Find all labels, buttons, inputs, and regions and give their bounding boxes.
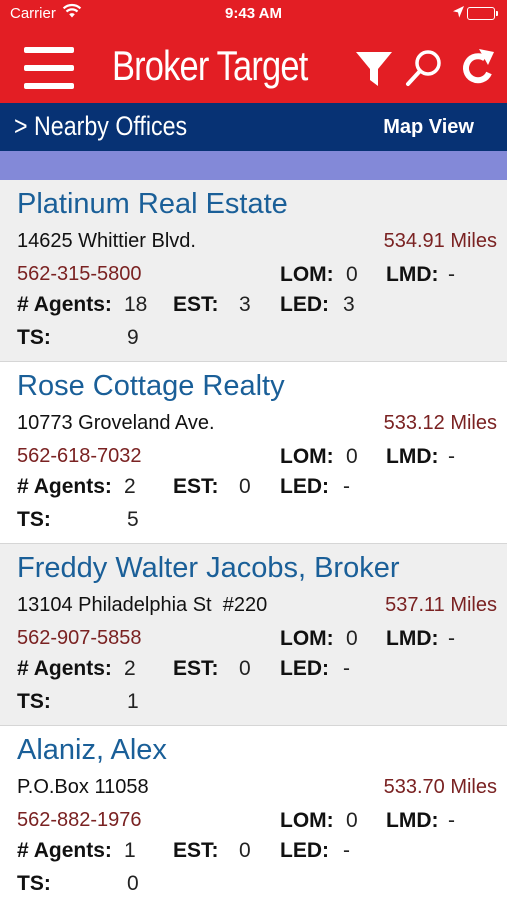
lmd-value: - [448, 263, 455, 286]
lom-value: 0 [346, 445, 358, 468]
agents-value: 2 [124, 657, 136, 680]
office-name: Alaniz, Alex [17, 734, 167, 766]
office-phone[interactable]: 562-882-1976 [17, 809, 142, 832]
office-phone[interactable]: 562-618-7032 [17, 445, 142, 468]
office-row[interactable]: Platinum Real Estate 14625 Whittier Blvd… [0, 180, 507, 362]
lom-label: LOM: [280, 809, 334, 832]
led-label: LED: [280, 293, 329, 316]
office-phone[interactable]: 562-907-5858 [17, 627, 142, 650]
ts-value: 0 [127, 872, 139, 895]
office-distance: 533.70 Miles [383, 776, 497, 798]
est-label: EST: [173, 475, 219, 498]
led-label: LED: [280, 475, 329, 498]
ts-label: TS: [17, 326, 51, 349]
hamburger-menu-icon[interactable] [24, 44, 74, 92]
est-label: EST: [173, 657, 219, 680]
battery-icon [467, 7, 498, 20]
filter-funnel-icon[interactable] [354, 48, 394, 88]
office-list: Platinum Real Estate 14625 Whittier Blvd… [0, 180, 507, 900]
agents-label: # Agents: [17, 839, 112, 862]
agents-label: # Agents: [17, 293, 112, 316]
lmd-label: LMD: [386, 263, 439, 286]
est-label: EST: [173, 839, 219, 862]
office-row[interactable]: Freddy Walter Jacobs, Broker 13104 Phila… [0, 544, 507, 726]
led-value: - [343, 657, 350, 680]
divider-strip [0, 151, 507, 180]
agents-value: 1 [124, 839, 136, 862]
refresh-icon[interactable] [458, 48, 498, 88]
office-address: P.O.Box 11058 [17, 776, 149, 798]
est-label: EST: [173, 293, 219, 316]
office-name: Platinum Real Estate [17, 188, 288, 220]
app-title: Broker Target [112, 42, 308, 89]
led-label: LED: [280, 839, 329, 862]
est-value: 3 [239, 293, 251, 316]
office-address: 14625 Whittier Blvd. [17, 230, 196, 252]
ts-value: 9 [127, 326, 139, 349]
nearby-offices-link[interactable]: > Nearby Offices [14, 111, 187, 142]
office-distance: 537.11 Miles [385, 594, 497, 616]
lom-label: LOM: [280, 263, 334, 286]
lom-value: 0 [346, 263, 358, 286]
office-row[interactable]: Alaniz, Alex P.O.Box 11058 533.70 Miles … [0, 726, 507, 900]
est-value: 0 [239, 657, 251, 680]
lmd-value: - [448, 627, 455, 650]
status-bar: Carrier 9:43 AM [0, 0, 507, 28]
office-row[interactable]: Rose Cottage Realty 10773 Groveland Ave.… [0, 362, 507, 544]
ts-value: 1 [127, 690, 139, 713]
lmd-label: LMD: [386, 627, 439, 650]
lmd-value: - [448, 445, 455, 468]
lom-value: 0 [346, 809, 358, 832]
agents-value: 18 [124, 293, 148, 316]
agents-label: # Agents: [17, 657, 112, 680]
office-address: 13104 Philadelphia St #220 [17, 594, 268, 616]
office-name: Freddy Walter Jacobs, Broker [17, 552, 400, 584]
map-view-button[interactable]: Map View [383, 116, 474, 139]
office-distance: 534.91 Miles [383, 230, 497, 252]
ts-value: 5 [127, 508, 139, 531]
agents-label: # Agents: [17, 475, 112, 498]
clock: 9:43 AM [225, 5, 282, 22]
led-label: LED: [280, 657, 329, 680]
lom-label: LOM: [280, 627, 334, 650]
ts-label: TS: [17, 508, 51, 531]
app-header: Carrier 9:43 AM Broker Target [0, 0, 507, 103]
lmd-label: LMD: [386, 809, 439, 832]
led-value: 3 [343, 293, 355, 316]
office-distance: 533.12 Miles [383, 412, 497, 434]
led-value: - [343, 839, 350, 862]
search-icon[interactable] [404, 48, 444, 88]
led-value: - [343, 475, 350, 498]
agents-value: 2 [124, 475, 136, 498]
est-value: 0 [239, 839, 251, 862]
lom-label: LOM: [280, 445, 334, 468]
lmd-label: LMD: [386, 445, 439, 468]
ts-label: TS: [17, 872, 51, 895]
lmd-value: - [448, 809, 455, 832]
est-value: 0 [239, 475, 251, 498]
office-name: Rose Cottage Realty [17, 370, 285, 402]
office-phone[interactable]: 562-315-5800 [17, 263, 142, 286]
location-arrow-icon [452, 5, 465, 23]
nav-bar: > Nearby Offices Map View [0, 103, 507, 151]
office-address: 10773 Groveland Ave. [17, 412, 215, 434]
lom-value: 0 [346, 627, 358, 650]
ts-label: TS: [17, 690, 51, 713]
